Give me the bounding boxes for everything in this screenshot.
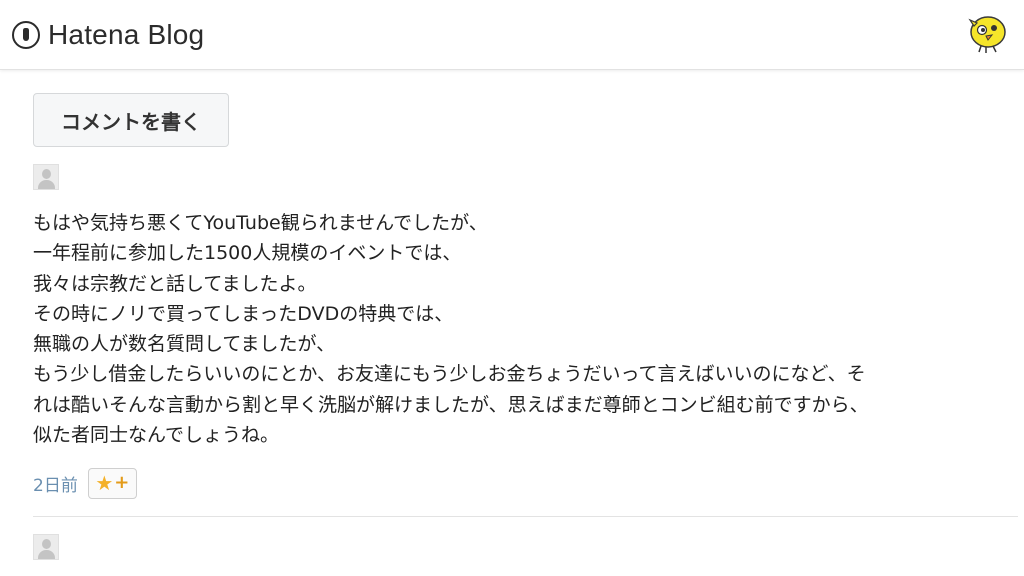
add-star-button[interactable]: ★ + xyxy=(87,467,137,499)
comment-line: 似た者同士なんでしょうね。 xyxy=(33,424,280,447)
comment-line: もう少し借金したらいいのにとか、お友達にもう少しお金ちょうだいって言えばいいのに… xyxy=(33,363,866,386)
default-user-avatar-icon xyxy=(42,539,51,549)
write-comment-button[interactable]: コメントを書く xyxy=(33,93,229,147)
star-icon: ★ xyxy=(95,471,114,495)
comment-line: 我々は宗教だと話してましたよ。 xyxy=(33,272,317,295)
hatena-pen-icon xyxy=(12,20,40,49)
comment-line: れは酷いそんな言動から割と早く洗脳が解けましたが、思えばまだ尊師とコンビ組む前で… xyxy=(33,393,869,416)
comment-author-avatar[interactable] xyxy=(33,164,59,190)
plus-icon: + xyxy=(114,472,130,493)
next-comment-author-avatar[interactable] xyxy=(33,534,59,560)
comment-line: 一年程前に参加した1500人規模のイベントでは、 xyxy=(33,242,462,265)
hatena-blog-logo[interactable]: Hatena Blog xyxy=(12,19,204,51)
comment-timestamp-link[interactable]: 2日前 xyxy=(33,471,78,496)
comment-line: 無職の人が数名質問してましたが、 xyxy=(33,333,336,356)
logo-text: Hatena Blog xyxy=(48,18,205,50)
default-user-avatar-icon xyxy=(42,169,51,179)
yellow-bird-avatar-icon xyxy=(968,16,1006,53)
comment-divider xyxy=(33,516,1018,517)
user-avatar-button[interactable] xyxy=(966,12,1010,56)
comment-line: その時にノリで買ってしまったDVDの特典では、 xyxy=(33,302,454,325)
comment-meta: 2日前 ★ + xyxy=(33,467,137,499)
comment-body: もはや気持ち悪くてYouTube観られませんでしたが、 一年程前に参加した150… xyxy=(33,208,1008,450)
comment-line: もはや気持ち悪くてYouTube観られませんでしたが、 xyxy=(33,212,488,234)
top-header: Hatena Blog xyxy=(0,0,1024,70)
